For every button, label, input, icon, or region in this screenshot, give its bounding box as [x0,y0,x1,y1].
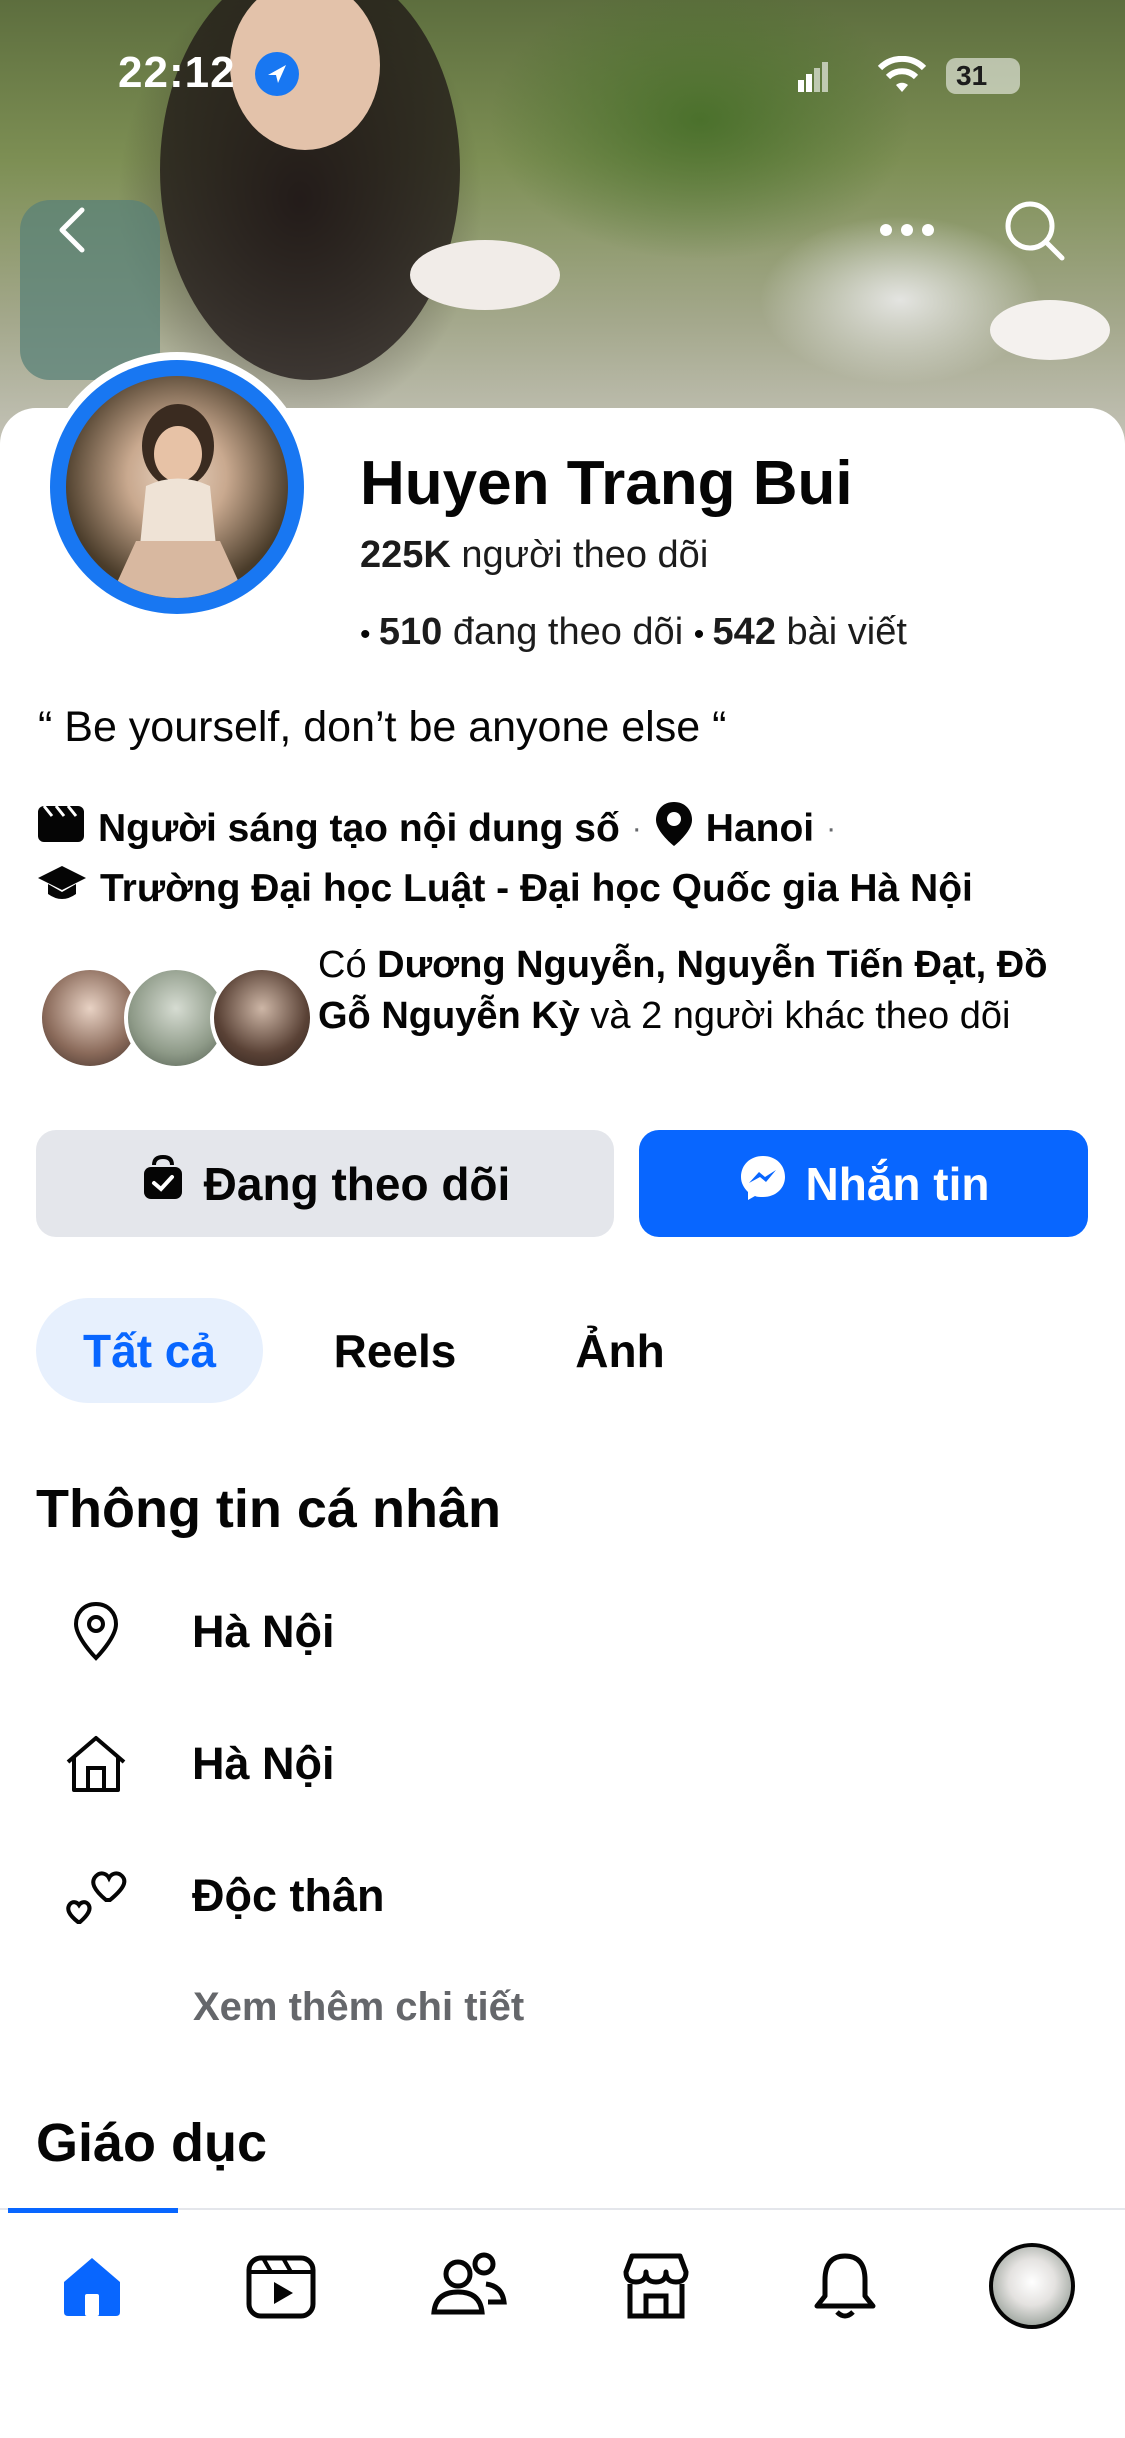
bottom-navigation [0,2208,1125,2438]
status-time: 22:12 [118,48,236,97]
mutual-avatars[interactable] [38,966,318,1070]
detail-row-current-city: Hà Nội [60,1592,335,1672]
wifi-icon [876,55,928,96]
back-icon[interactable] [44,200,104,260]
battery-icon: 31 [946,58,1020,94]
mutual-avatar-3 [210,966,314,1070]
followers-label: người theo dõi [461,534,709,576]
tab-reels[interactable]: Reels [300,1298,490,1403]
dot-separator: · [631,812,642,845]
following-stats[interactable]: • 510 đang theo dõi • 542 bài viết [360,611,907,654]
battery-level: 31 [956,60,988,91]
mutual-prefix: Có [318,944,367,986]
messenger-icon [738,1153,788,1214]
role-text: Người sáng tạo nội dung số [98,807,620,850]
location-arrow-icon [255,52,299,96]
creator-icon [36,802,86,856]
posts-count: 542 [712,611,776,653]
school-text[interactable]: Trường Đại học Luật - Đại học Quốc gia H… [100,867,973,911]
following-label: đang theo dõi [452,611,684,653]
location-pin-icon [654,800,694,858]
personal-info-title: Thông tin cá nhân [36,1479,501,1539]
info-row-role: Người sáng tạo nội dung số · Hanoi · [36,800,836,858]
relationship-hearts-icon [60,1860,132,1932]
friends-icon[interactable] [428,2248,508,2324]
following-check-icon [140,1154,186,1212]
bullet: • [360,618,379,651]
location-text[interactable]: Hanoi [706,807,814,851]
detail-row-relationship: Độc thân [60,1856,385,1936]
relationship-text: Độc thân [192,1870,385,1921]
marketplace-icon[interactable] [618,2248,694,2324]
message-button-label: Nhắn tin [805,1157,990,1210]
hometown-text: Hà Nội [192,1738,335,1789]
tab-photos[interactable]: Ảnh [540,1298,700,1403]
info-row-school: Trường Đại học Luật - Đại học Quốc gia H… [36,862,973,916]
detail-row-hometown: Hà Nội [60,1724,335,1804]
active-tab-indicator [8,2208,178,2213]
following-count: 510 [378,611,443,653]
bullet: • [693,618,713,651]
video-icon[interactable] [243,2248,319,2324]
current-city-text: Hà Nội [192,1606,335,1657]
followers-stat[interactable]: 225K người theo dõi [360,534,708,577]
dot-separator: · [826,812,837,845]
see-more-details-link[interactable]: Xem thêm chi tiết [193,1985,524,2030]
message-button[interactable]: Nhắn tin [639,1130,1088,1237]
location-pin-icon [60,1596,132,1668]
following-button-label: Đang theo dõi [203,1157,511,1210]
search-icon[interactable] [1000,196,1070,266]
posts-label: bài viết [786,611,907,653]
followers-count: 225K [360,534,451,576]
mutual-followers-text[interactable]: Có Dương Nguyễn, Nguyễn Tiến Đạt, Đồ Gỗ … [318,940,1098,1042]
education-title: Giáo dục [36,2113,268,2173]
home-icon [60,1728,132,1800]
graduation-cap-icon [36,862,88,916]
home-icon[interactable] [54,2248,130,2324]
profile-avatar[interactable] [989,2243,1075,2329]
more-options-icon[interactable] [872,200,942,260]
following-button[interactable]: Đang theo dõi [36,1130,614,1237]
profile-avatar[interactable] [66,376,288,598]
bio-text: “ Be yourself, don’t be anyone else “ [38,703,727,751]
profile-name: Huyen Trang Bui [360,449,853,518]
mutual-suffix: và 2 người khác theo dõi [590,995,1011,1037]
tab-all[interactable]: Tất cả [36,1298,263,1403]
bell-icon[interactable] [807,2248,883,2324]
signal-icon [796,60,830,94]
